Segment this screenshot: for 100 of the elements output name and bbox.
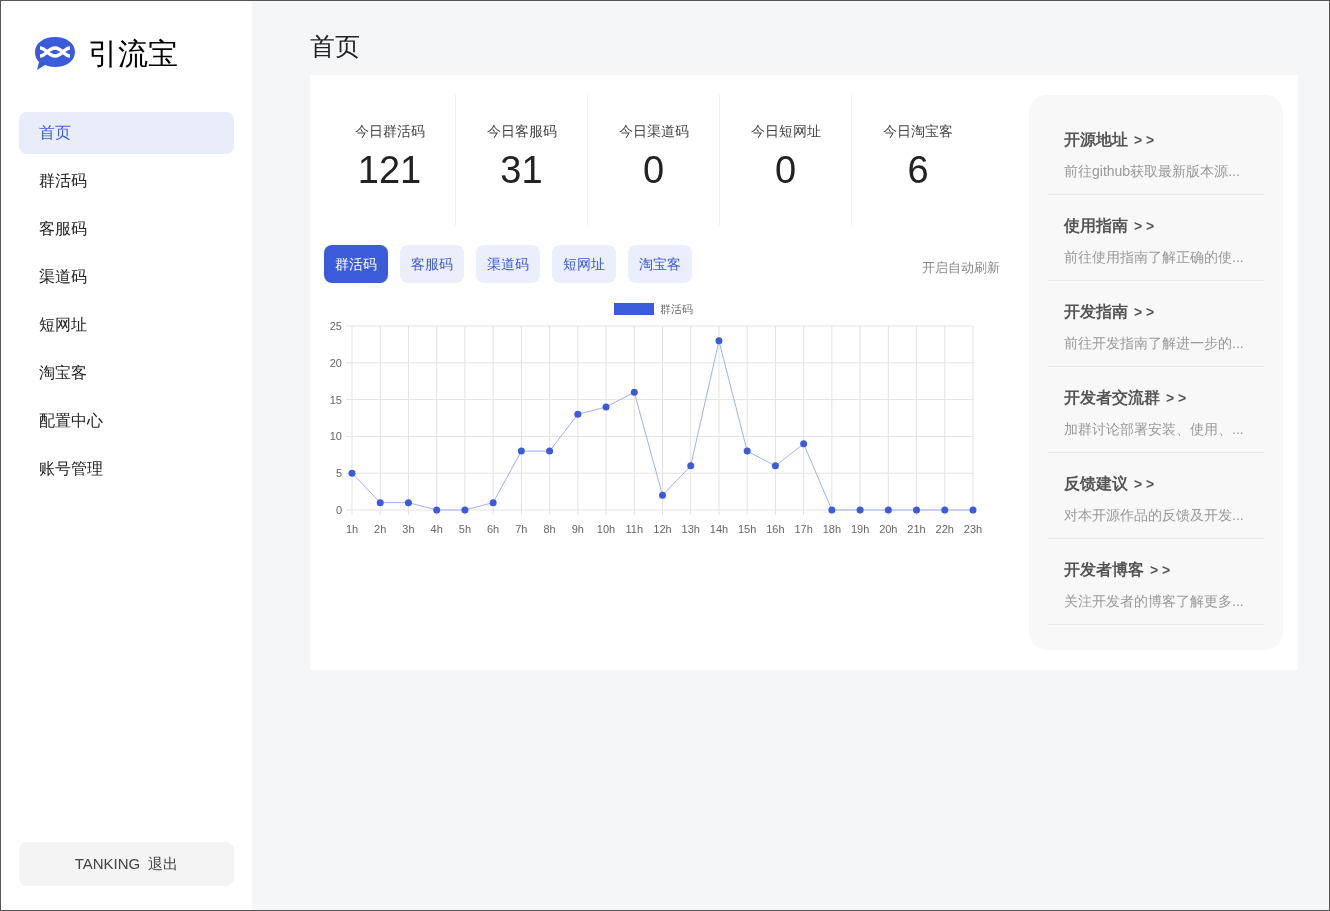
data-point <box>884 506 892 514</box>
x-tick-label: 18h <box>822 523 842 535</box>
x-tick-label: 12h <box>653 523 672 535</box>
x-tick-label: 21h <box>907 523 926 535</box>
data-point <box>461 506 469 514</box>
link-arrow: > > <box>1166 389 1187 408</box>
link-title: 开发者博客 <box>1064 560 1144 580</box>
data-point <box>659 491 666 499</box>
logout-label: 退出 <box>148 853 179 874</box>
stat-label: 今日群活码 <box>354 122 425 141</box>
data-point <box>941 506 949 514</box>
x-tick-label: 22h <box>935 523 954 535</box>
stat-value: 6 <box>907 148 929 193</box>
stat-value: 31 <box>500 148 543 193</box>
stat-label: 今日淘宝客 <box>883 122 953 141</box>
stat-label: 今日渠道码 <box>618 122 689 141</box>
page-title: 首页 <box>310 31 361 62</box>
x-tick-label: 8h <box>543 523 556 535</box>
sidebar-item[interactable]: 客服码 <box>19 208 234 250</box>
logout-button[interactable]: TANKING 退出 <box>19 842 234 886</box>
stat-label: 今日短网址 <box>750 122 821 141</box>
x-tick-label: 10h <box>596 523 616 535</box>
auto-refresh-link[interactable]: 开启自动刷新 <box>922 258 1000 278</box>
y-tick-label: 0 <box>335 504 342 516</box>
data-point <box>630 388 638 396</box>
x-tick-label: 1h <box>345 523 359 535</box>
x-tick-label: 7h <box>515 523 528 535</box>
data-point <box>800 440 808 448</box>
x-tick-label: 16h <box>766 523 785 535</box>
y-tick-label: 15 <box>329 393 342 406</box>
x-tick-label: 20h <box>879 523 898 535</box>
user-name: TANKING <box>74 853 141 874</box>
stat-value: 121 <box>357 148 422 193</box>
stat-label: 今日客服码 <box>486 122 557 141</box>
x-tick-label: 2h <box>374 523 387 535</box>
data-point <box>546 447 554 455</box>
x-tick-label: 3h <box>402 523 415 535</box>
resource-link[interactable]: 反馈建议 > > 对本开源作品的反馈及开发... <box>1048 453 1264 539</box>
data-point <box>856 506 864 514</box>
link-title: 开源地址 <box>1064 130 1128 150</box>
link-description: 前往使用指南了解正确的使... <box>1064 248 1245 267</box>
link-arrow: > > <box>1134 131 1155 150</box>
sidebar-item[interactable]: 首页 <box>19 112 234 154</box>
resource-link[interactable]: 开发者交流群 > > 加群讨论部署安装、使用、... <box>1048 367 1264 453</box>
x-tick-label: 19h <box>850 523 870 535</box>
chart-tab[interactable]: 短网址 <box>552 245 616 283</box>
legend: 群活码 <box>614 303 693 315</box>
data-point <box>743 447 751 455</box>
y-tick-label: 5 <box>335 467 342 480</box>
logo-icon <box>34 35 76 72</box>
chart-tab[interactable]: 群活码 <box>324 245 388 283</box>
data-point <box>828 506 836 514</box>
data-point <box>517 447 525 455</box>
chart-tab[interactable]: 淘宝客 <box>628 245 692 283</box>
link-title: 开发者交流群 <box>1064 388 1160 408</box>
data-point <box>433 506 441 514</box>
sidebar-item[interactable]: 配置中心 <box>19 400 234 442</box>
sidebar-item[interactable]: 账号管理 <box>19 448 234 490</box>
link-description: 加群讨论部署安装、使用、... <box>1064 420 1245 439</box>
y-tick-label: 10 <box>329 430 342 443</box>
x-tick-label: 23h <box>963 523 983 535</box>
link-arrow: > > <box>1150 561 1171 580</box>
x-tick-label: 11h <box>625 523 644 535</box>
resource-link[interactable]: 开发者博客 > > 关注开发者的博客了解更多... <box>1048 539 1264 625</box>
y-tick-label: 25 <box>329 320 342 332</box>
data-point <box>969 506 977 514</box>
sidebar-item[interactable]: 淘宝客 <box>19 352 234 394</box>
data-point <box>376 499 384 507</box>
link-description: 前往开发指南了解进一步的... <box>1064 334 1245 353</box>
x-tick-label: 14h <box>709 523 729 535</box>
resource-link[interactable]: 开源地址 > > 前往github获取最新版本源... <box>1048 109 1264 195</box>
x-tick-label: 17h <box>794 523 813 535</box>
stat-value: 0 <box>642 148 665 193</box>
link-title: 使用指南 <box>1064 216 1128 236</box>
link-arrow: > > <box>1134 217 1155 236</box>
link-title: 开发指南 <box>1064 302 1128 322</box>
chart-tab[interactable]: 客服码 <box>400 245 464 283</box>
resource-link[interactable]: 使用指南 > > 前往使用指南了解正确的使... <box>1048 195 1264 281</box>
x-tick-label: 4h <box>430 523 443 535</box>
link-description: 前往github获取最新版本源... <box>1064 162 1241 181</box>
link-description: 对本开源作品的反馈及开发... <box>1064 506 1245 525</box>
x-tick-label: 13h <box>681 523 700 535</box>
data-point <box>602 403 610 411</box>
data-point <box>489 499 497 507</box>
sidebar-item[interactable]: 渠道码 <box>19 256 234 298</box>
resource-link[interactable]: 开发指南 > > 前往开发指南了解进一步的... <box>1048 281 1264 367</box>
chart-tab[interactable]: 渠道码 <box>476 245 540 283</box>
y-tick-label: 20 <box>329 356 342 369</box>
data-point <box>348 469 356 477</box>
data-point <box>687 462 695 470</box>
data-point <box>574 410 582 418</box>
x-tick-label: 6h <box>487 523 500 535</box>
data-point <box>404 499 412 507</box>
sidebar-item[interactable]: 短网址 <box>19 304 234 346</box>
x-tick-label: 9h <box>571 523 584 535</box>
stat-value: 0 <box>774 148 797 193</box>
sidebar-item[interactable]: 群活码 <box>19 160 234 202</box>
link-description: 关注开发者的博客了解更多... <box>1064 592 1245 611</box>
brand-name: 引流宝 <box>88 36 178 72</box>
legend-label: 群活码 <box>660 303 693 315</box>
